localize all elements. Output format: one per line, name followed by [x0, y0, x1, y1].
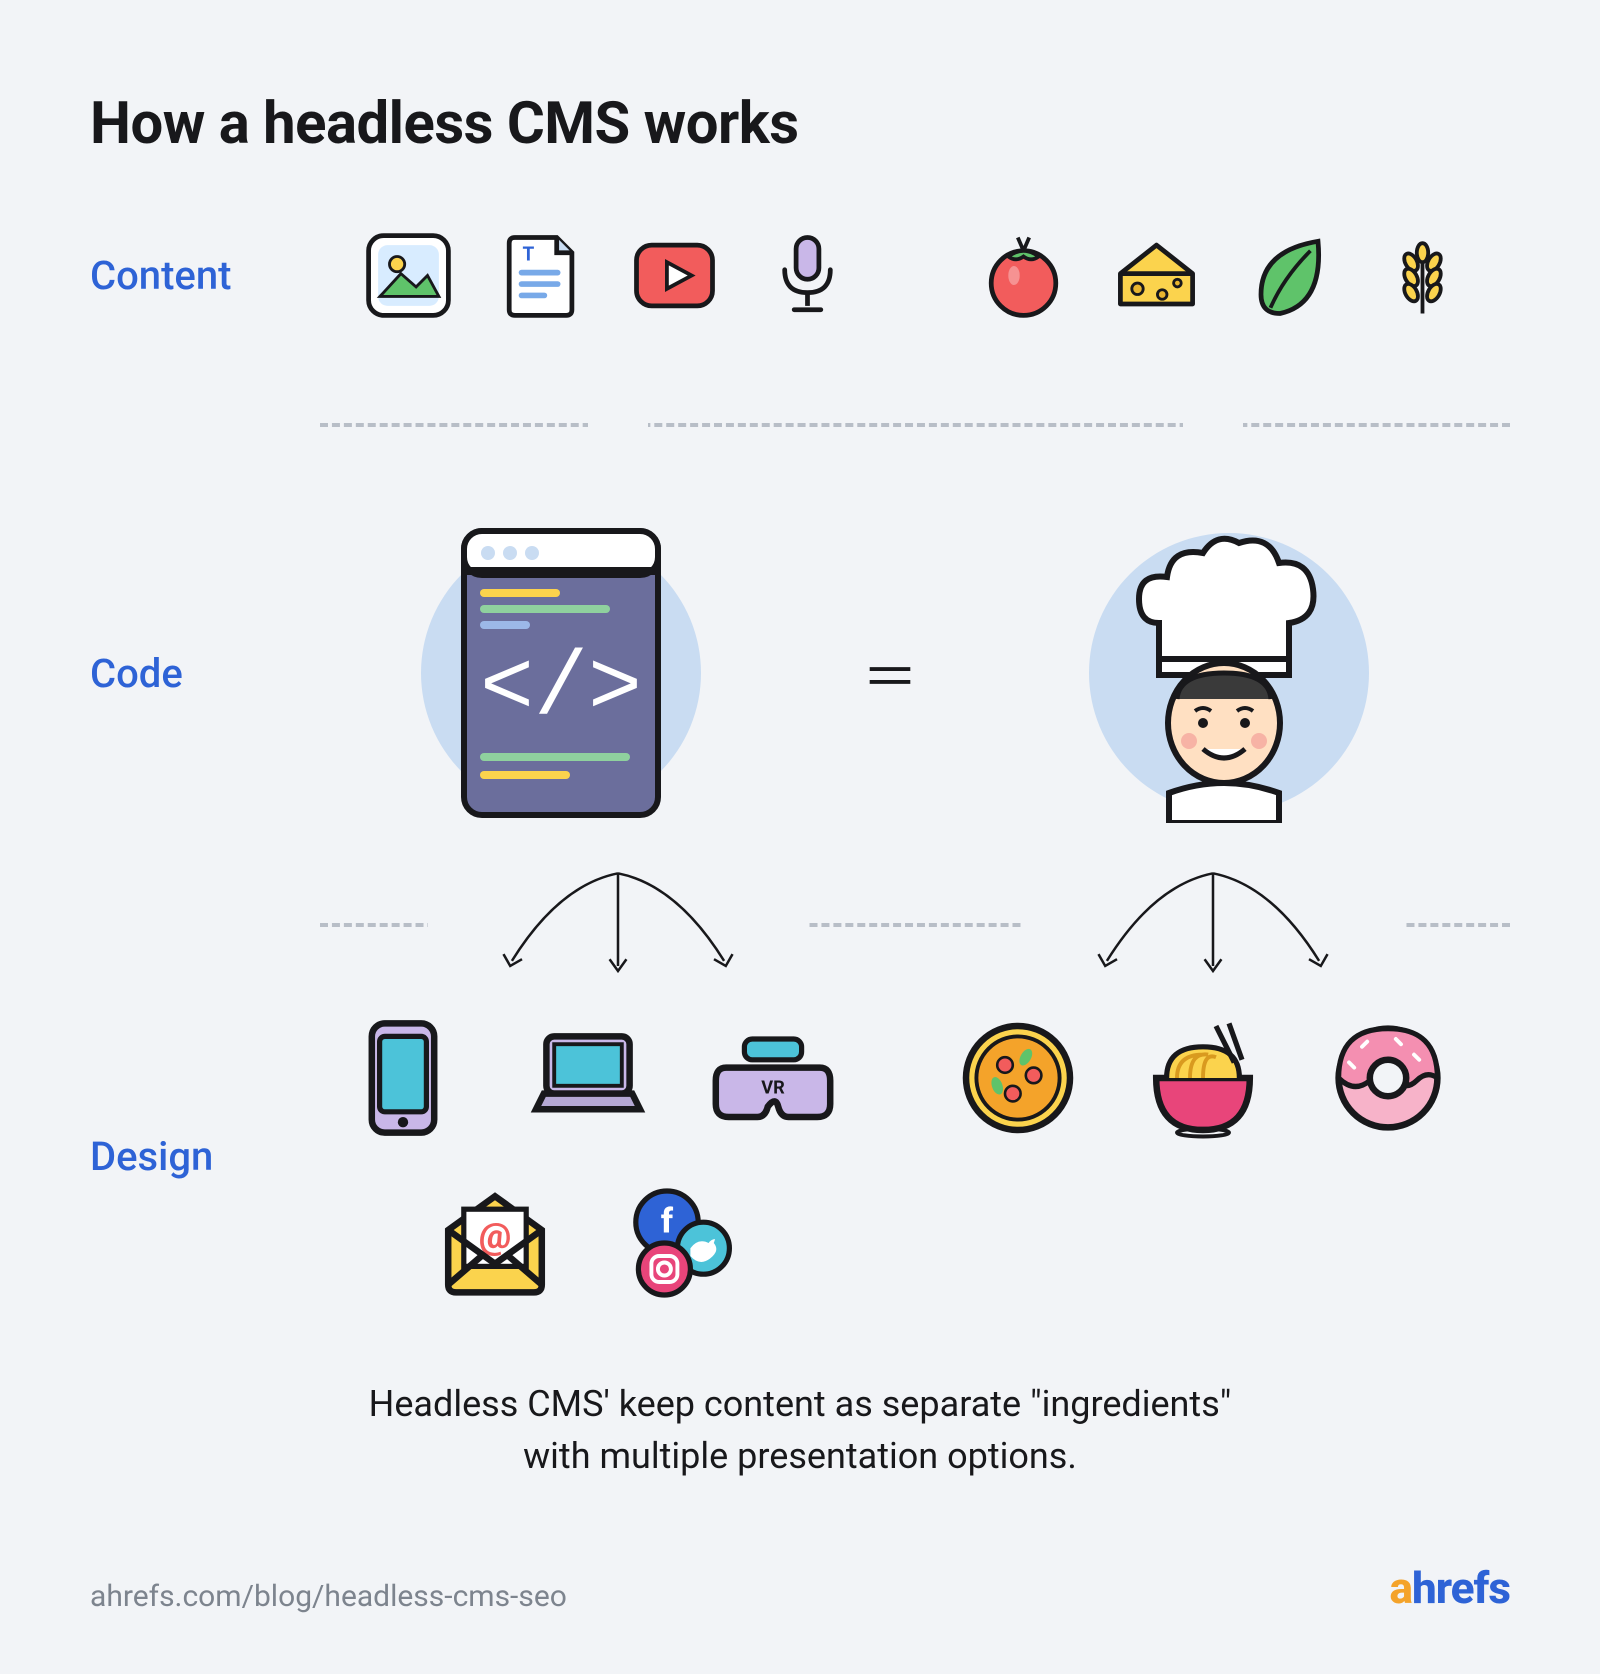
footer: ahrefs.com/blog/headless-cms-seo ahrefs [90, 1562, 1510, 1614]
tomato-icon [976, 228, 1071, 323]
design-label: Design [90, 1133, 280, 1180]
content-media-icons: T [320, 228, 895, 323]
caption: Headless CMS' keep content as separate "… [250, 1378, 1350, 1482]
donut-icon [1323, 1013, 1453, 1143]
code-graphic: </> [280, 523, 842, 823]
chef-graphic [948, 523, 1510, 823]
svg-text:T: T [522, 242, 534, 265]
video-icon [627, 228, 722, 323]
brand-logo: ahrefs [1390, 1562, 1511, 1614]
content-label: Content [90, 252, 280, 299]
code-label: Code [90, 650, 280, 697]
email-icon: @ [430, 1178, 560, 1308]
social-media-icon: f [615, 1178, 745, 1308]
content-food-icons [935, 228, 1510, 323]
svg-text:@: @ [479, 1214, 512, 1257]
branching-arrows-icon [428, 858, 808, 988]
arrow-down-icon [1183, 358, 1243, 488]
content-row: Content T [90, 228, 1510, 323]
design-row: Design VR @ f [90, 1013, 1510, 1308]
code-row: Code </> ＝ [90, 523, 1510, 823]
wheat-icon [1375, 228, 1470, 323]
image-icon [361, 228, 456, 323]
branching-arrows-icon [1023, 858, 1403, 988]
brand-rest: hrefs [1412, 1562, 1510, 1614]
chef-icon [1099, 523, 1359, 823]
code-window-icon: </> [456, 523, 666, 823]
equals-symbol: ＝ [842, 633, 948, 714]
svg-text:</>: </> [480, 639, 642, 741]
svg-text:f: f [661, 1203, 674, 1242]
leaf-icon [1242, 228, 1337, 323]
footer-url: ahrefs.com/blog/headless-cms-seo [90, 1579, 567, 1614]
laptop-icon [523, 1013, 653, 1143]
noodles-icon [1138, 1013, 1268, 1143]
page-title: How a headless CMS works [90, 90, 1510, 158]
microphone-icon [760, 228, 855, 323]
document-icon: T [494, 228, 589, 323]
pizza-icon [953, 1013, 1083, 1143]
vr-headset-icon: VR [708, 1013, 838, 1143]
caption-line-1: Headless CMS' keep content as separate "… [369, 1383, 1232, 1425]
svg-text:VR: VR [761, 1078, 785, 1099]
phone-icon [338, 1013, 468, 1143]
design-outputs: VR @ f [280, 1013, 895, 1308]
arrow-down-icon [588, 358, 648, 488]
brand-first-letter: a [1390, 1562, 1412, 1614]
cheese-icon [1109, 228, 1204, 323]
caption-line-2: with multiple presentation options. [523, 1435, 1077, 1477]
design-foods [895, 1013, 1510, 1143]
